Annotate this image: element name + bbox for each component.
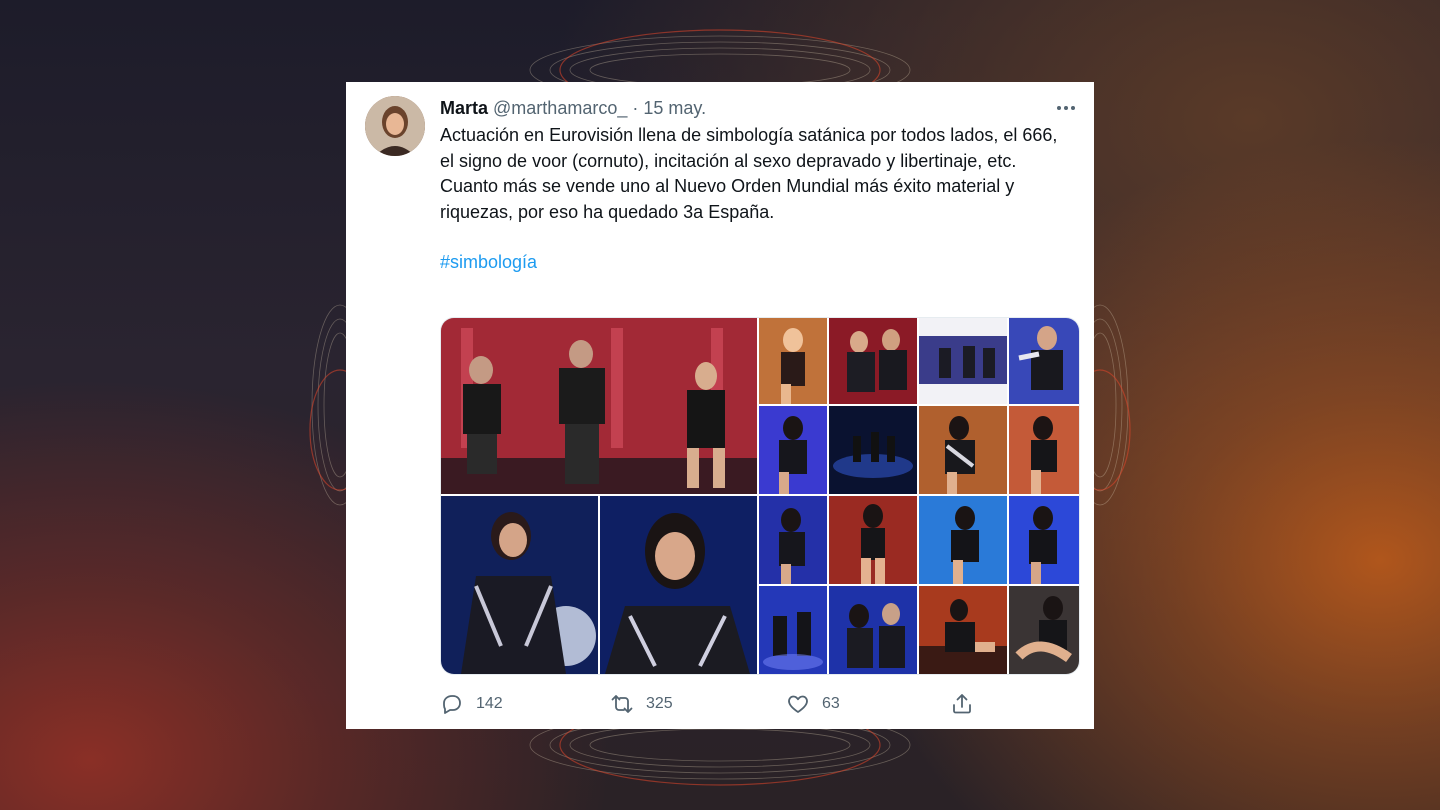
media-thumb-2[interactable] (829, 318, 917, 404)
header-separator: · (632, 98, 639, 118)
media-thumb-9[interactable] (759, 496, 827, 584)
tweet-actions: 142 325 63 (440, 690, 1000, 718)
retweet-count: 325 (646, 695, 673, 712)
reply-button[interactable]: 142 (440, 690, 503, 718)
media-thumb-13[interactable] (759, 586, 827, 674)
author-handle[interactable]: @marthamarco_ (493, 98, 627, 118)
more-dot (1071, 106, 1075, 110)
media-thumb-12[interactable] (1009, 496, 1079, 584)
media-thumb-8[interactable] (1009, 406, 1079, 494)
tweet-card: Marta @marthamarco_ · 15 may. Actuación … (346, 82, 1094, 729)
retweet-button[interactable]: 325 (610, 690, 673, 718)
avatar[interactable] (365, 96, 425, 156)
media-thumb-14[interactable] (829, 586, 917, 674)
media-thumb-4[interactable] (1009, 318, 1079, 404)
media-thumb-3[interactable] (919, 318, 1007, 404)
share-button[interactable] (950, 690, 974, 718)
tweet-media-collage[interactable] (440, 317, 1080, 675)
media-thumb-5[interactable] (759, 406, 827, 494)
retweet-icon (611, 695, 633, 713)
share-icon (953, 694, 971, 714)
like-button[interactable]: 63 (786, 690, 840, 718)
media-thumb-1[interactable] (759, 318, 827, 404)
reply-count: 142 (476, 695, 503, 712)
more-horizontal-icon (1057, 106, 1061, 110)
media-thumb-16[interactable] (1009, 586, 1079, 674)
media-photo-closeup-2[interactable] (600, 496, 757, 674)
more-dot (1064, 106, 1068, 110)
tweet-header: Marta @marthamarco_ · 15 may. (440, 98, 706, 119)
more-options-button[interactable] (1052, 96, 1080, 120)
like-count: 63 (822, 695, 840, 712)
media-photo-closeup-1[interactable] (441, 496, 598, 674)
tweet-date[interactable]: 15 may. (643, 98, 706, 118)
hashtag-link[interactable]: #simbología (440, 250, 1070, 276)
media-thumb-15[interactable] (919, 586, 1007, 674)
media-thumb-11[interactable] (919, 496, 1007, 584)
tweet-text-paragraph-2: Cuanto más se vende uno al Nuevo Orden M… (440, 176, 1015, 222)
reply-icon (443, 695, 461, 714)
heart-icon (788, 695, 808, 713)
tweet-text-paragraph-1: Actuación en Eurovisión llena de simbolo… (440, 125, 1058, 171)
media-thumb-6[interactable] (829, 406, 917, 494)
author-name[interactable]: Marta (440, 98, 488, 118)
media-photo-main-stage[interactable] (441, 318, 757, 494)
media-thumb-10[interactable] (829, 496, 917, 584)
tweet-text: Actuación en Eurovisión llena de simbolo… (440, 123, 1070, 276)
media-thumb-7[interactable] (919, 406, 1007, 494)
